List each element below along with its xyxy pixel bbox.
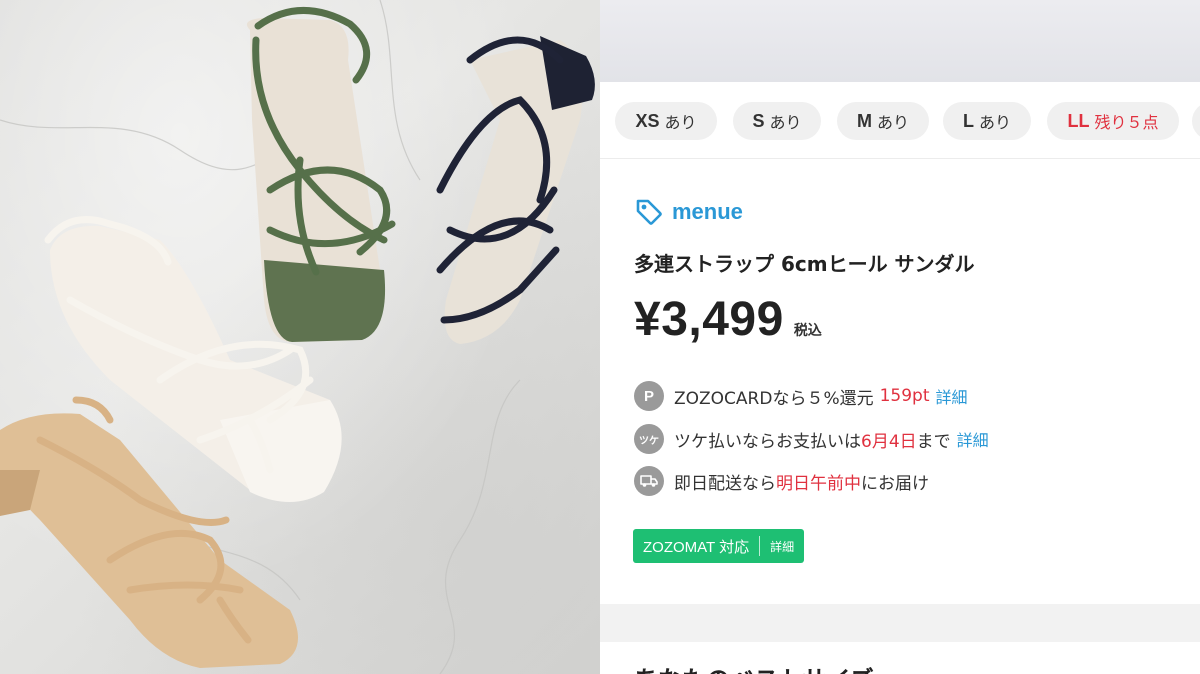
delivery-highlight: 明日午前中 (776, 473, 861, 494)
size-label: M (856, 110, 872, 131)
zozomat-badge[interactable]: ZOZOMAT 対応 詳細 (633, 529, 805, 563)
delivery-suffix: にお届け (861, 473, 929, 494)
section-divider (600, 604, 1200, 642)
product-title: 多連ストラップ 6cmヒール サンダル (634, 252, 975, 276)
size-label: XS (635, 110, 660, 131)
stock-label: 残り５点 (1094, 113, 1159, 132)
stock-label: あり (978, 113, 1011, 132)
zozomat-label: ZOZOMAT 対応 (643, 538, 750, 556)
divider (759, 536, 761, 556)
zozocard-info: P ZOZOCARDなら５%還元 159pt 詳細 (634, 380, 968, 412)
tsuke-icon: ツケ (634, 424, 664, 454)
zozomat-detail-link[interactable]: 詳細 (770, 538, 794, 555)
price: ¥3,499 (634, 293, 784, 346)
best-size-heading: あなたのベストサイズ (634, 660, 874, 674)
product-info-panel: XS あり S あり M あり L あり LL 残り５点 menue 多連ストラ… (600, 0, 1200, 674)
black-sandal (436, 36, 595, 344)
points-icon: P (634, 381, 664, 411)
stock-label: あり (876, 113, 909, 132)
product-photo[interactable] (0, 0, 600, 674)
size-chip-l[interactable]: L あり (943, 102, 1031, 140)
green-sandal (246, 7, 396, 342)
points-value: 159pt (879, 386, 930, 406)
card-text: ZOZOCARDなら５%還元 (674, 388, 874, 409)
tsuke-suffix: まで (916, 431, 951, 452)
price-row: ¥3,499 税込 (634, 292, 822, 347)
tsuke-detail-link[interactable]: 詳細 (957, 427, 989, 451)
brand-name: menue (672, 199, 743, 224)
size-label: L (962, 110, 974, 131)
size-chip-ll[interactable]: LL 残り５点 (1047, 102, 1179, 140)
size-chip-xs[interactable]: XS あり (615, 102, 717, 140)
truck-icon (634, 466, 664, 496)
size-chip-overflow[interactable] (1192, 102, 1200, 140)
delivery-text: 即日配送なら (674, 473, 776, 494)
tsuke-info: ツケ ツケ払いならお支払いは 6月4日 まで 詳細 (634, 423, 989, 455)
card-detail-link[interactable]: 詳細 (936, 384, 968, 408)
stock-label: あり (769, 113, 802, 132)
tsuke-date: 6月4日 (861, 431, 917, 452)
tag-icon (636, 199, 662, 225)
size-label: LL (1067, 110, 1090, 131)
tax-label: 税込 (793, 323, 822, 339)
size-chip-m[interactable]: M あり (837, 102, 929, 140)
size-label: S (752, 110, 765, 131)
sandals-illustration (0, 0, 595, 674)
tsuke-text: ツケ払いならお支払いは (674, 431, 861, 452)
size-selector: XS あり S あり M あり L あり LL 残り５点 (600, 82, 1200, 159)
delivery-info: 即日配送なら 明日午前中 にお届け (634, 465, 929, 497)
size-chip-s[interactable]: S あり (733, 102, 821, 140)
brand-link[interactable]: menue (634, 196, 743, 228)
top-banner-area (600, 0, 1200, 82)
stock-label: あり (664, 113, 697, 132)
